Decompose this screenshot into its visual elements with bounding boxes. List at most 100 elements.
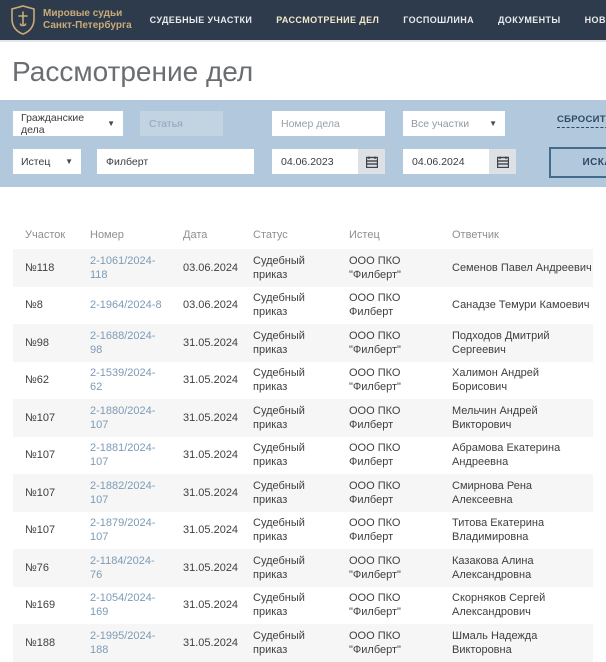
cell-plaintiff: ООО ПКО Филберт [349,441,452,469]
party-name-input[interactable] [97,149,254,174]
cell-precinct: №169 [13,598,90,612]
table-row: №1072-1882/2024-10731.05.2024Судебный пр… [13,474,593,512]
nav-item-state-duty[interactable]: ГОСПОШЛИНА [403,15,474,25]
case-number-link[interactable]: 2-1879/2024-107 [90,516,166,544]
reset-filters-link[interactable]: СБРОСИТЬ [557,114,606,128]
cell-date-text: 31.05.2024 [183,637,238,649]
case-type-select[interactable]: Гражданские дела ▼ [13,111,123,136]
date-from-input[interactable] [272,149,358,174]
site-title: Мировые судьи Санкт-Петербурга [43,8,132,32]
party-role-select[interactable]: Истец ▼ [13,149,81,174]
precinct-select[interactable]: Все участки ▼ [403,111,505,136]
case-number-link[interactable]: 2-1995/2024-188 [90,629,166,657]
case-number-link[interactable]: 2-1539/2024-62 [90,366,166,394]
cell-defendant-text: Халимон Андрей Борисович [452,366,593,394]
column-header-number: Номер [90,229,183,241]
case-number-link[interactable]: 2-1061/2024-118 [90,254,166,282]
case-number-input[interactable] [272,111,385,136]
cell-status: Судебный приказ [253,591,349,619]
cell-status-text: Судебный приказ [253,404,313,432]
case-number-link[interactable]: 2-1054/2024-169 [90,591,166,619]
article-input [140,111,223,136]
case-number-link[interactable]: 2-1964/2024-8 [90,298,162,312]
cell-date: 31.05.2024 [183,373,253,387]
cell-status: Судебный приказ [253,629,349,657]
cell-precinct-text: №188 [25,637,55,649]
table-body: №118 2-1061/2024-118 03.06.2024 Судебный пр… [13,249,593,662]
cell-defendant: Шмаль Надежда Викторовна [452,629,593,657]
table-row: №118 2-1061/2024-118 03.06.2024 Судебный пр… [13,249,593,287]
cell-precinct-text: №8 [25,299,43,311]
nav-item-documents[interactable]: ДОКУМЕНТЫ [498,15,561,25]
column-header-status: Статус [253,229,349,241]
cell-date-text: 03.06.2024 [183,299,238,311]
search-button[interactable]: ИСКАТЬ [549,147,606,178]
cell-plaintiff: ООО ПКО Филберт [349,479,452,507]
table-row: №982-1688/2024-9831.05.2024Судебный прик… [13,324,593,362]
cell-number: 2-1184/2024-76 [90,554,183,582]
cell-plaintiff: ООО ПКО Филберт [349,404,452,432]
cell-precinct: №8 [13,298,90,312]
cell-status-text: Судебный приказ [253,441,313,469]
cell-defendant-text: Подходов Дмитрий Сергеевич [452,329,593,357]
site-logo[interactable]: Мировые судьи Санкт-Петербурга [10,5,132,35]
calendar-icon[interactable] [489,149,516,174]
cell-plaintiff: ООО ПКО Филберт [349,291,452,319]
cell-status: Судебный приказ [253,329,349,357]
cell-date-text: 31.05.2024 [183,562,238,574]
calendar-icon[interactable] [358,149,385,174]
cell-precinct-text: №118 [25,262,54,274]
cell-date: 03.06.2024 [183,261,253,275]
cell-plaintiff: ООО ПКО "Филберт" [349,366,452,394]
cell-status-text: Судебный приказ [253,366,313,394]
cell-status-text: Судебный приказ [253,591,313,619]
cell-defendant: Абрамова Екатерина Андреевна [452,441,593,469]
page-title: Рассмотрение дел [12,56,606,88]
cell-status-text: Судебный приказ [253,254,313,282]
cell-defendant-text: Шмаль Надежда Викторовна [452,629,593,657]
date-to-field [403,149,516,174]
cell-plaintiff-text: ООО ПКО Филберт [349,404,423,432]
cell-plaintiff-text: ООО ПКО Филберт [349,291,423,319]
nav-item-case-review[interactable]: РАССМОТРЕНИЕ ДЕЛ [276,15,379,25]
main-menu: СУДЕБНЫЕ УЧАСТКИ РАССМОТРЕНИЕ ДЕЛ ГОСПОШ… [150,15,606,25]
cell-status: Судебный приказ [253,404,349,432]
cell-precinct: №107 [13,448,90,462]
cell-date-text: 31.05.2024 [183,599,238,611]
cell-status-text: Судебный приказ [253,479,313,507]
cell-number: 2-1879/2024-107 [90,516,183,544]
cell-status-text: Судебный приказ [253,516,313,544]
cell-plaintiff-text: ООО ПКО Филберт [349,479,423,507]
cell-number: 2-1964/2024-8 [90,298,183,312]
table-row: №1072-1879/2024-10731.05.2024Судебный пр… [13,512,593,550]
cell-plaintiff-text: ООО ПКО Филберт [349,516,423,544]
cell-date: 31.05.2024 [183,561,253,575]
case-number-link[interactable]: 2-1688/2024-98 [90,329,166,357]
table-header-row: Участок Номер Дата Статус Истец Ответчик [13,221,593,249]
cell-defendant-text: Мельчин Андрей Викторович [452,404,593,432]
cell-plaintiff-text: ООО ПКО "Филберт" [349,366,423,394]
top-nav-bar: Мировые судьи Санкт-Петербурга СУДЕБНЫЕ … [0,0,606,40]
cell-plaintiff: ООО ПКО Филберт [349,516,452,544]
cell-precinct: №118 [13,261,90,275]
cell-defendant: Смирнова Рена Алексеевна [452,479,593,507]
cell-date-text: 31.05.2024 [183,524,238,536]
date-to-input[interactable] [403,149,489,174]
nav-item-news[interactable]: НОВОСТИ [585,15,606,25]
nav-item-court-precincts[interactable]: СУДЕБНЫЕ УЧАСТКИ [150,15,253,25]
cell-date: 31.05.2024 [183,598,253,612]
cell-date-text: 03.06.2024 [183,262,238,274]
case-number-link[interactable]: 2-1881/2024-107 [90,441,166,469]
cell-defendant: Халимон Андрей Борисович [452,366,593,394]
precinct-value: Все участки [411,118,469,130]
cell-number: 2-1061/2024-118 [90,254,183,282]
case-type-value: Гражданские дела [21,112,101,136]
case-number-link[interactable]: 2-1880/2024-107 [90,404,166,432]
cell-precinct: №188 [13,636,90,650]
table-row: №762-1184/2024-7631.05.2024Судебный прик… [13,549,593,587]
cell-date-text: 31.05.2024 [183,374,238,386]
cell-date: 31.05.2024 [183,448,253,462]
cell-plaintiff-text: ООО ПКО "Филберт" [349,554,423,582]
case-number-link[interactable]: 2-1882/2024-107 [90,479,166,507]
case-number-link[interactable]: 2-1184/2024-76 [90,554,166,582]
